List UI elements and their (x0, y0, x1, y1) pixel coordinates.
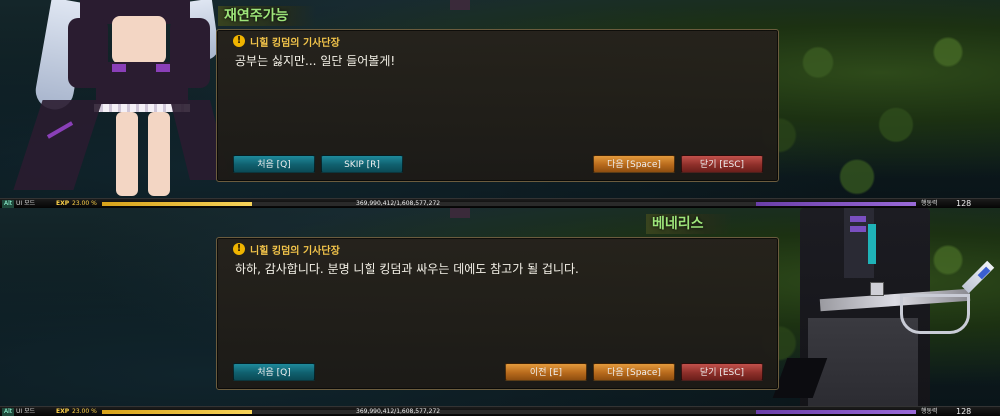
next-button[interactable]: 다음 [Space] (593, 155, 675, 173)
close-button[interactable]: 닫기 [ESC] (681, 363, 763, 381)
prev-button[interactable]: 이전 [E] (505, 363, 587, 381)
stamina-bar (756, 202, 916, 206)
foliage (740, 0, 1000, 208)
dialog-text: 공부는 싫지만... 일단 들어볼게! (235, 54, 396, 68)
exp-label: EXP (56, 408, 70, 415)
character-portrait-right (772, 208, 1000, 416)
dialog-header: ! 니힐 킹덤의 기사단장 (233, 242, 340, 257)
exp-bar-fill (102, 202, 253, 206)
ui-mode-label[interactable]: UI 모드 (16, 200, 35, 208)
stamina-bar (756, 410, 916, 414)
first-button[interactable]: 처음 [Q] (233, 155, 315, 173)
speaker-name-tag: 베네리스 (646, 214, 732, 234)
status-hud: Alt UI 모드 EXP 23.00 % 369,990,412/1,608,… (0, 406, 1000, 416)
stamina-value: 128 (956, 199, 972, 208)
skip-button[interactable]: SKIP [R] (321, 155, 403, 173)
first-button[interactable]: 처음 [Q] (233, 363, 315, 381)
dialog-header: ! 니힐 킹덤의 기사단장 (233, 34, 340, 49)
alt-key-badge[interactable]: Alt (2, 408, 15, 416)
dialog-title: 니힐 킹덤의 기사단장 (250, 245, 340, 257)
quest-alert-icon: ! (233, 243, 245, 255)
exp-label: EXP (56, 200, 70, 207)
dialog-title: 니힐 킹덤의 기사단장 (250, 37, 340, 49)
close-button[interactable]: 닫기 [ESC] (681, 155, 763, 173)
next-button[interactable]: 다음 [Space] (593, 363, 675, 381)
status-hud: Alt UI 모드 EXP 23.00 % 369,990,412/1,608,… (0, 198, 1000, 208)
dialogue-panel-bottom: 베네리스 ! 니힐 킹덤의 기사단장 하하, 감사합니다. 분명 니힐 킹덤과 … (0, 208, 1000, 416)
speaker-name-tag: 재연주가능 (218, 6, 317, 26)
exp-numbers: 369,990,412/1,608,577,272 (356, 200, 441, 207)
alt-key-badge[interactable]: Alt (2, 200, 15, 208)
character-portrait-left (13, 0, 230, 200)
dialog-box: ! 니힐 킹덤의 기사단장 공부는 싫지만... 일단 들어볼게! 처음 [Q]… (216, 29, 779, 182)
exp-numbers: 369,990,412/1,608,577,272 (356, 408, 441, 415)
stamina-value: 128 (956, 407, 972, 416)
exp-percent: 23.00 % (72, 200, 97, 207)
background-figure (450, 0, 470, 10)
exp-percent: 23.00 % (72, 408, 97, 415)
ui-mode-label[interactable]: UI 모드 (16, 408, 35, 416)
dialog-text: 하하, 감사합니다. 분명 니힐 킹덤과 싸우는 데에도 참고가 될 겁니다. (235, 262, 579, 276)
quest-alert-icon: ! (233, 35, 245, 47)
stamina-label: 행동력 (921, 408, 938, 415)
stamina-label: 행동력 (921, 200, 938, 207)
background-figure (450, 208, 470, 218)
dialogue-panel-top: 재연주가능 ! 니힐 킹덤의 기사단장 공부는 싫지만... 일단 들어볼게! … (0, 0, 1000, 208)
exp-bar-fill (102, 410, 253, 414)
dialog-box: ! 니힐 킹덤의 기사단장 하하, 감사합니다. 분명 니힐 킹덤과 싸우는 데… (216, 237, 779, 390)
